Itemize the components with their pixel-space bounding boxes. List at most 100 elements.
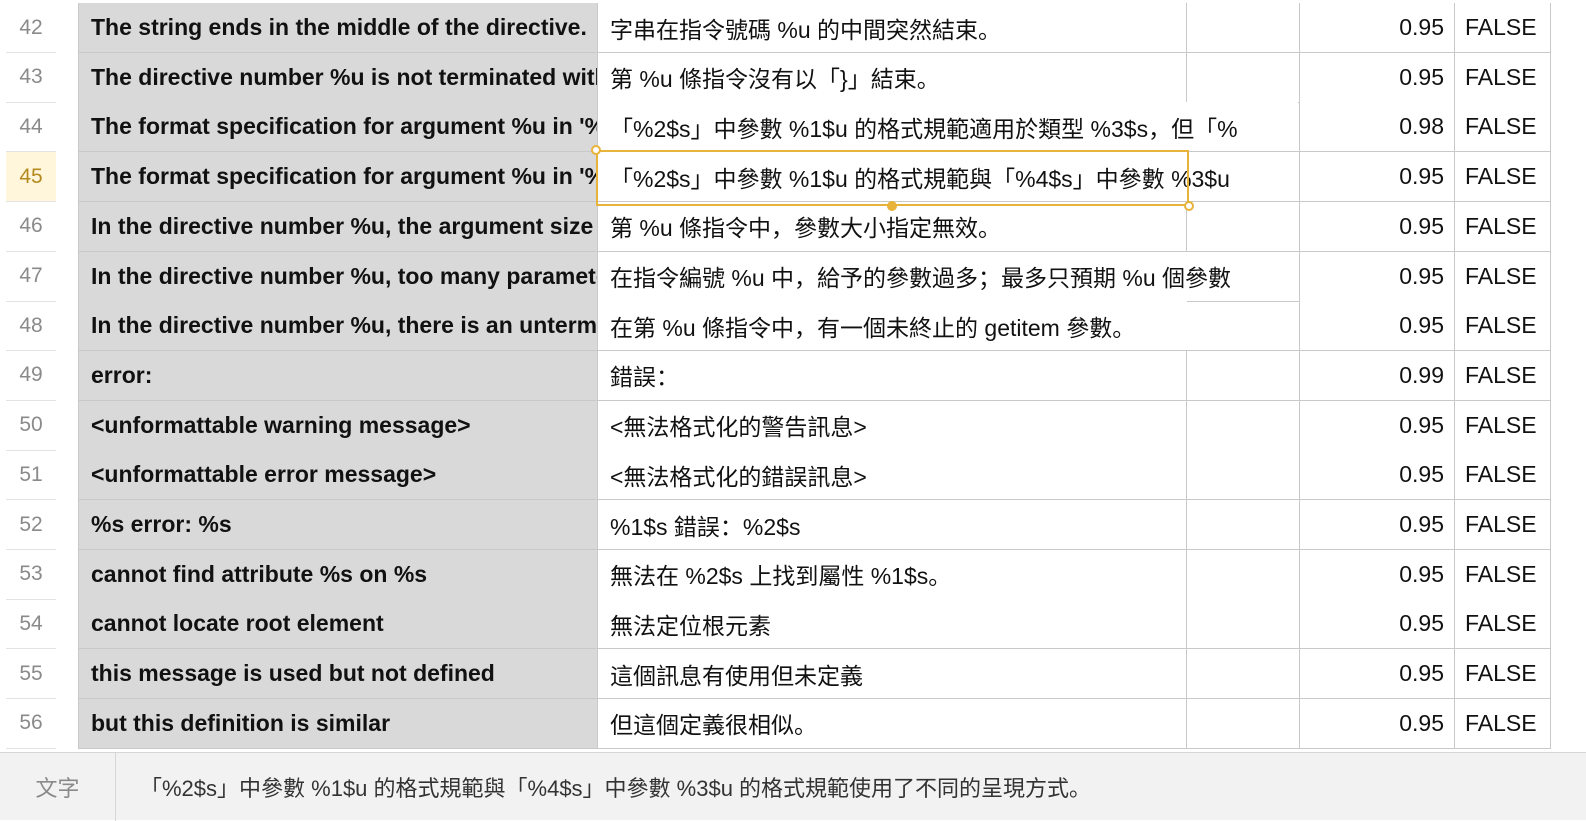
table-row[interactable]: 46 In the directive number %u, the argume…: [0, 201, 1586, 252]
row-number[interactable]: 56: [6, 699, 56, 749]
translation-cell[interactable]: 這個訊息有使用但未定義: [598, 649, 1187, 700]
row-number[interactable]: 50: [6, 401, 56, 451]
source-text-cell[interactable]: In the directive number %u, too many par…: [78, 251, 598, 302]
empty-cell[interactable]: [1187, 152, 1300, 203]
score-cell[interactable]: 0.95: [1300, 400, 1455, 451]
score-cell[interactable]: 0.99: [1300, 350, 1455, 401]
table-row[interactable]: 51 <unformattable error message> <無法格式化的錯誤…: [0, 450, 1586, 501]
flag-cell[interactable]: FALSE: [1455, 649, 1551, 700]
score-cell[interactable]: 0.95: [1300, 152, 1455, 203]
empty-cell[interactable]: [1187, 649, 1300, 700]
empty-cell[interactable]: [1187, 549, 1300, 600]
row-number[interactable]: 46: [6, 202, 56, 252]
row-number[interactable]: 42: [6, 3, 56, 53]
empty-cell[interactable]: [1187, 102, 1300, 153]
flag-cell[interactable]: FALSE: [1455, 549, 1551, 600]
table-row[interactable]: 50 <unformattable warning message> <無法格式化的…: [0, 400, 1586, 451]
flag-cell[interactable]: FALSE: [1455, 350, 1551, 401]
score-cell[interactable]: 0.95: [1300, 251, 1455, 302]
score-cell[interactable]: 0.95: [1300, 698, 1455, 749]
score-cell[interactable]: 0.95: [1300, 3, 1455, 53]
score-cell[interactable]: 0.95: [1300, 500, 1455, 550]
spreadsheet-grid[interactable]: 42 The string ends in the middle of the d…: [0, 0, 1586, 752]
empty-cell[interactable]: [1187, 201, 1300, 252]
source-text-cell[interactable]: but this definition is similar: [78, 698, 598, 749]
table-row[interactable]: 43 The directive number %u is not termina…: [0, 52, 1586, 103]
empty-cell[interactable]: [1187, 301, 1300, 352]
row-number[interactable]: 54: [6, 599, 56, 650]
flag-cell[interactable]: FALSE: [1455, 152, 1551, 203]
flag-cell[interactable]: FALSE: [1455, 3, 1551, 53]
translation-cell[interactable]: 第 %u 條指令沒有以「}」結束。: [598, 52, 1187, 103]
empty-cell[interactable]: [1187, 52, 1300, 103]
source-text-cell[interactable]: cannot find attribute %s on %s: [78, 549, 598, 600]
source-text-cell[interactable]: <unformattable warning message>: [78, 400, 598, 451]
source-text-cell[interactable]: %s error: %s: [78, 500, 598, 550]
score-cell[interactable]: 0.95: [1300, 301, 1455, 352]
score-cell[interactable]: 0.95: [1300, 649, 1455, 700]
score-cell[interactable]: 0.95: [1300, 549, 1455, 600]
row-number[interactable]: 43: [6, 53, 56, 103]
table-row[interactable]: 54 cannot locate root element 無法定位根元素 0.95 F…: [0, 599, 1586, 650]
empty-cell[interactable]: [1187, 3, 1300, 53]
source-text-cell[interactable]: The string ends in the middle of the dir…: [78, 3, 598, 53]
table-row[interactable]: 56 but this definition is similar 但這個定義很相似…: [0, 698, 1586, 749]
table-row[interactable]: 53 cannot find attribute %s on %s 無法在 %2$s…: [0, 549, 1586, 600]
source-text-cell[interactable]: The format specification for argument %u…: [78, 102, 598, 153]
flag-cell[interactable]: FALSE: [1455, 301, 1551, 352]
translation-cell[interactable]: <無法格式化的錯誤訊息>: [598, 450, 1187, 501]
flag-cell[interactable]: FALSE: [1455, 500, 1551, 550]
empty-cell[interactable]: [1187, 698, 1300, 749]
translation-cell[interactable]: %1$s 錯誤：%2$s: [598, 500, 1187, 550]
flag-cell[interactable]: FALSE: [1455, 599, 1551, 650]
table-row[interactable]: 42 The string ends in the middle of the d…: [0, 3, 1586, 53]
row-number[interactable]: 53: [6, 550, 56, 600]
translation-cell[interactable]: 無法在 %2$s 上找到屬性 %1$s。: [598, 549, 1187, 600]
table-row[interactable]: 52 %s error: %s %1$s 錯誤：%2$s 0.95 FALSE: [0, 500, 1586, 550]
table-row[interactable]: 49 error: 錯誤： 0.99 FALSE: [0, 350, 1586, 401]
translation-cell[interactable]: 字串在指令號碼 %u 的中間突然結束。: [598, 3, 1187, 53]
flag-cell[interactable]: FALSE: [1455, 102, 1551, 153]
row-number[interactable]: 49: [6, 351, 56, 401]
translation-cell[interactable]: 但這個定義很相似。: [598, 698, 1187, 749]
formula-bar[interactable]: 文字 「%2$s」中參數 %1$u 的格式規範與「%4$s」中參數 %3$u 的…: [0, 752, 1586, 821]
score-cell[interactable]: 0.95: [1300, 52, 1455, 103]
table-row[interactable]: 47 In the directive number %u, too many p…: [0, 251, 1586, 302]
table-row[interactable]: 44 The format specification for argument …: [0, 102, 1586, 153]
source-text-cell[interactable]: error:: [78, 350, 598, 401]
flag-cell[interactable]: FALSE: [1455, 52, 1551, 103]
translation-cell[interactable]: <無法格式化的警告訊息>: [598, 400, 1187, 451]
translation-cell[interactable]: 無法定位根元素: [598, 599, 1187, 650]
table-row[interactable]: 48 In the directive number %u, there is a…: [0, 301, 1586, 352]
flag-cell[interactable]: FALSE: [1455, 698, 1551, 749]
flag-cell[interactable]: FALSE: [1455, 400, 1551, 451]
selection-handle[interactable]: [591, 145, 601, 155]
formula-bar-content[interactable]: 「%2$s」中參數 %1$u 的格式規範與「%4$s」中參數 %3$u 的格式規…: [140, 753, 1566, 821]
empty-cell[interactable]: [1187, 251, 1300, 302]
source-text-cell[interactable]: The format specification for argument %u…: [78, 152, 598, 203]
table-row[interactable]: 55 this message is used but not defined 這個…: [0, 649, 1586, 700]
row-number[interactable]: 44: [6, 102, 56, 153]
flag-cell[interactable]: FALSE: [1455, 251, 1551, 302]
source-text-cell[interactable]: <unformattable error message>: [78, 450, 598, 501]
score-cell[interactable]: 0.95: [1300, 201, 1455, 252]
empty-cell[interactable]: [1187, 599, 1300, 650]
row-number[interactable]: 51: [6, 450, 56, 501]
row-number[interactable]: 48: [6, 301, 56, 352]
score-cell[interactable]: 0.95: [1300, 450, 1455, 501]
empty-cell[interactable]: [1187, 400, 1300, 451]
flag-cell[interactable]: FALSE: [1455, 450, 1551, 501]
row-number[interactable]: 45: [6, 152, 56, 203]
translation-cell[interactable]: 錯誤：: [598, 350, 1187, 401]
empty-cell[interactable]: [1187, 500, 1300, 550]
fill-handle[interactable]: [887, 201, 897, 211]
flag-cell[interactable]: FALSE: [1455, 201, 1551, 252]
row-number[interactable]: 52: [6, 500, 56, 550]
empty-cell[interactable]: [1187, 350, 1300, 401]
selection-handle[interactable]: [1184, 201, 1194, 211]
table-row[interactable]: 45 The format specification for argument …: [0, 152, 1586, 203]
score-cell[interactable]: 0.95: [1300, 599, 1455, 650]
row-number[interactable]: 55: [6, 649, 56, 700]
source-text-cell[interactable]: In the directive number %u, there is an …: [78, 301, 598, 352]
source-text-cell[interactable]: cannot locate root element: [78, 599, 598, 650]
